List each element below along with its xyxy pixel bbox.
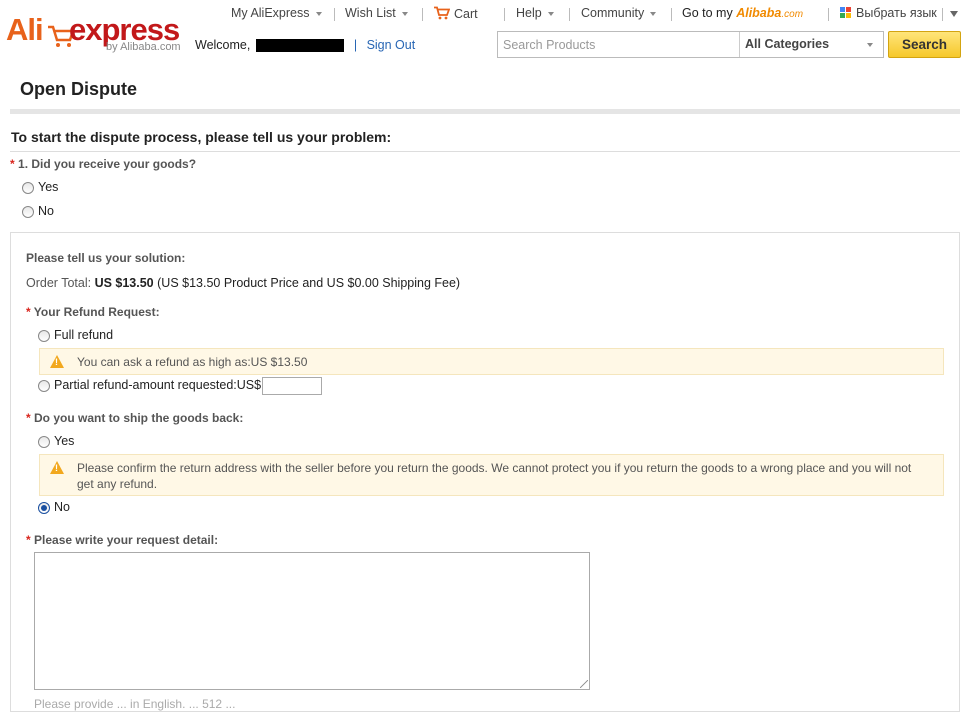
chevron-down-icon — [547, 11, 554, 16]
partial-refund-radio[interactable] — [38, 380, 50, 392]
chevron-down-icon — [650, 11, 657, 16]
nav-go-to-my-label: Go to my — [682, 6, 733, 20]
alibaba-logo-suffix: .com — [781, 9, 804, 20]
refund-request-question: * Your Refund Request: — [26, 305, 160, 319]
nav-go-to-alibaba[interactable]: Go to my Alibaba.com — [682, 6, 803, 20]
order-total-amount: US $13.50 — [94, 276, 154, 290]
redacted-username — [256, 39, 345, 53]
chevron-down-icon — [867, 43, 873, 47]
search-button[interactable]: Search — [888, 31, 961, 58]
full-refund-label[interactable]: Full refund — [54, 328, 113, 342]
nav-my-aliexpress-label: My AliExpress — [231, 6, 310, 20]
nav-divider — [828, 8, 829, 21]
ship-back-no-label[interactable]: No — [54, 500, 70, 514]
order-total: Order Total: US $13.50 (US $13.50 Produc… — [26, 276, 460, 290]
title-divider — [10, 109, 960, 114]
welcome-text: Welcome, — [195, 38, 251, 52]
order-total-detail: (US $13.50 Product Price and US $0.00 Sh… — [157, 276, 461, 290]
return-address-notice: ! Please confirm the return address with… — [39, 454, 944, 496]
nav-language[interactable]: Выбрать язык — [840, 6, 937, 20]
partial-refund-amount-input[interactable] — [262, 377, 322, 395]
required-marker: * — [10, 157, 15, 171]
refund-request-label: Your Refund Request: — [33, 305, 160, 319]
category-select[interactable]: All Categories — [739, 32, 883, 57]
top-navigation: My AliExpress Wish List Cart Help Commun… — [231, 6, 962, 24]
warning-icon: ! — [50, 461, 64, 474]
chevron-down-icon — [315, 11, 322, 16]
search-input[interactable] — [498, 32, 738, 57]
nav-divider — [334, 8, 335, 21]
ship-back-no-radio[interactable] — [38, 502, 50, 514]
request-detail-label: Please write your request detail: — [34, 533, 219, 547]
nav-divider — [504, 8, 505, 21]
nav-cart-label: Cart — [454, 7, 478, 21]
full-refund-radio[interactable] — [38, 330, 50, 342]
request-detail-hint: Please provide ... in English. ... 512 .… — [34, 697, 236, 711]
nav-divider — [422, 8, 423, 21]
language-dropdown-toggle[interactable] — [950, 6, 958, 20]
ship-back-label: Do you want to ship the goods back: — [34, 411, 244, 425]
received-goods-yes-label[interactable]: Yes — [38, 180, 58, 194]
problem-heading: To start the dispute process, please tel… — [11, 129, 392, 145]
nav-divider — [942, 8, 943, 21]
welcome-bar: Welcome, | Sign Out — [195, 38, 416, 53]
nav-wish-list[interactable]: Wish List — [345, 6, 408, 20]
ship-back-yes-label[interactable]: Yes — [54, 434, 74, 448]
nav-community[interactable]: Community — [581, 6, 657, 20]
nav-help[interactable]: Help — [516, 6, 554, 20]
logo-text-ali: Ali — [6, 12, 44, 47]
received-goods-no-label[interactable]: No — [38, 204, 54, 218]
page-title: Open Dispute — [20, 79, 138, 99]
heading-divider — [10, 151, 960, 152]
category-select-value: All Categories — [745, 37, 830, 51]
cart-icon — [434, 6, 451, 20]
order-total-label: Order Total: — [26, 276, 92, 290]
resize-handle-icon[interactable] — [580, 680, 588, 688]
logo-byline: by Alibaba.com — [106, 41, 181, 53]
warning-icon: ! — [50, 355, 64, 368]
translate-icon — [840, 7, 851, 18]
request-detail-question: * Please write your request detail: — [26, 533, 218, 547]
solution-heading: Please tell us your solution: — [26, 251, 186, 265]
solution-panel: Please tell us your solution: Order Tota… — [10, 232, 960, 712]
question-received-goods-label: 1. Did you receive your goods? — [18, 157, 197, 171]
refund-limit-notice: ! You can ask a refund as high as:US $13… — [39, 348, 944, 375]
ship-back-yes-radio[interactable] — [38, 436, 50, 448]
nav-divider — [671, 8, 672, 21]
sign-out-link[interactable]: Sign Out — [367, 38, 416, 52]
received-goods-yes-radio[interactable] — [22, 182, 34, 194]
search-bar: All Categories — [497, 31, 884, 58]
nav-community-label: Community — [581, 6, 645, 20]
required-marker: * — [26, 411, 31, 425]
alibaba-logo-text: Alibaba — [736, 6, 782, 20]
return-address-text: Please confirm the return address with t… — [77, 461, 912, 491]
nav-my-aliexpress[interactable]: My AliExpress — [231, 6, 322, 20]
required-marker: * — [26, 533, 31, 547]
partial-refund-label[interactable]: Partial refund-amount requested:US$ — [54, 378, 261, 392]
nav-language-label: Выбрать язык — [856, 6, 937, 20]
question-received-goods: * 1. Did you receive your goods? — [10, 157, 196, 171]
nav-help-label: Help — [516, 6, 542, 20]
chevron-down-icon — [401, 11, 408, 16]
nav-divider — [569, 8, 570, 21]
nav-cart[interactable]: Cart — [433, 6, 478, 21]
welcome-divider: | — [353, 38, 358, 52]
ship-back-question: * Do you want to ship the goods back: — [26, 411, 243, 425]
nav-wish-list-label: Wish List — [345, 6, 396, 20]
received-goods-no-radio[interactable] — [22, 206, 34, 218]
refund-limit-text: You can ask a refund as high as:US $13.5… — [77, 355, 308, 369]
required-marker: * — [26, 305, 31, 319]
aliexpress-logo[interactable]: Ali express by Alibaba.com — [6, 10, 186, 56]
alibaba-logo: Alibaba.com — [736, 6, 803, 20]
chevron-down-icon — [950, 10, 958, 17]
request-detail-textarea[interactable] — [34, 552, 590, 690]
